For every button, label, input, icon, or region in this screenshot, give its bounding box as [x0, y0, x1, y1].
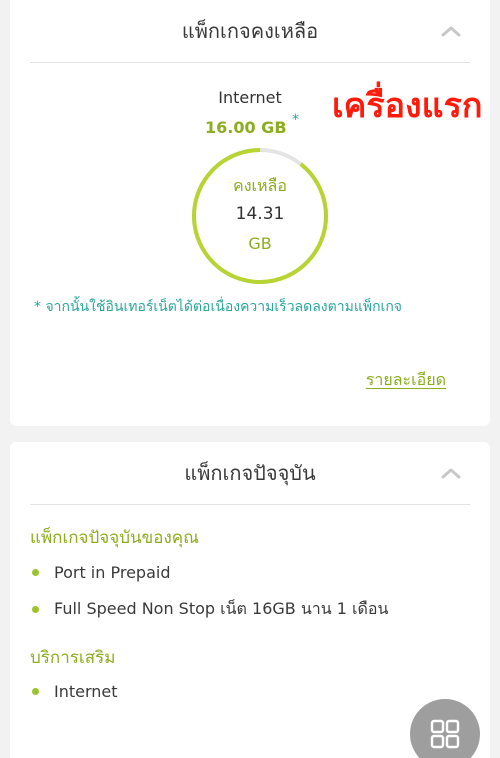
list-item: Full Speed Non Stop เน็ต 16GB นาน 1 เดือ… [30, 596, 470, 622]
bullet-icon [32, 687, 39, 695]
speed-note: * จากนั้นใช้อินเทอร์เน็ตได้ต่อเนื่องความ… [34, 299, 403, 315]
grid-menu-icon [430, 719, 460, 749]
gauge-text: คงเหลือ 14.31 GB [190, 146, 330, 286]
gauge-unit: GB [248, 234, 272, 253]
current-package-title: แพ็กเกจปัจจุบัน [184, 461, 316, 485]
list-item: Internet [30, 678, 470, 704]
current-package-header[interactable]: แพ็กเกจปัจจุบัน [10, 442, 490, 504]
chevron-up-icon[interactable] [438, 460, 464, 486]
remaining-package-header[interactable]: แพ็กเกจคงเหลือ [10, 0, 490, 62]
header-divider [30, 62, 470, 63]
addon-section-title: บริการเสริม [30, 648, 116, 668]
header-divider [30, 504, 470, 505]
remaining-package-title: แพ็กเกจคงเหลือ [181, 19, 319, 43]
chevron-up-icon[interactable] [438, 18, 464, 44]
package-name: Full Speed Non Stop เน็ต 16GB นาน 1 เดือ… [54, 598, 389, 618]
details-link[interactable]: รายละเอียด [366, 368, 446, 393]
package-section-title: แพ็กเกจปัจจุบันของคุณ [30, 528, 199, 548]
package-name: Port in Prepaid [54, 562, 171, 582]
overlay-annotation: เครื่องแรก [332, 86, 483, 126]
remaining-package-card: แพ็กเกจคงเหลือ Internet 16.00 GB * เครื่… [10, 0, 490, 426]
internet-total: 16.00 GB [205, 118, 287, 137]
gauge-value: 14.31 [235, 204, 285, 224]
footnote-asterisk: * [292, 112, 299, 128]
bullet-icon [32, 605, 39, 613]
internet-label: Internet [218, 88, 282, 107]
bullet-icon [32, 568, 39, 576]
gauge-label: คงเหลือ [233, 176, 287, 195]
addon-name: Internet [54, 681, 118, 701]
list-item: Port in Prepaid [30, 559, 470, 585]
